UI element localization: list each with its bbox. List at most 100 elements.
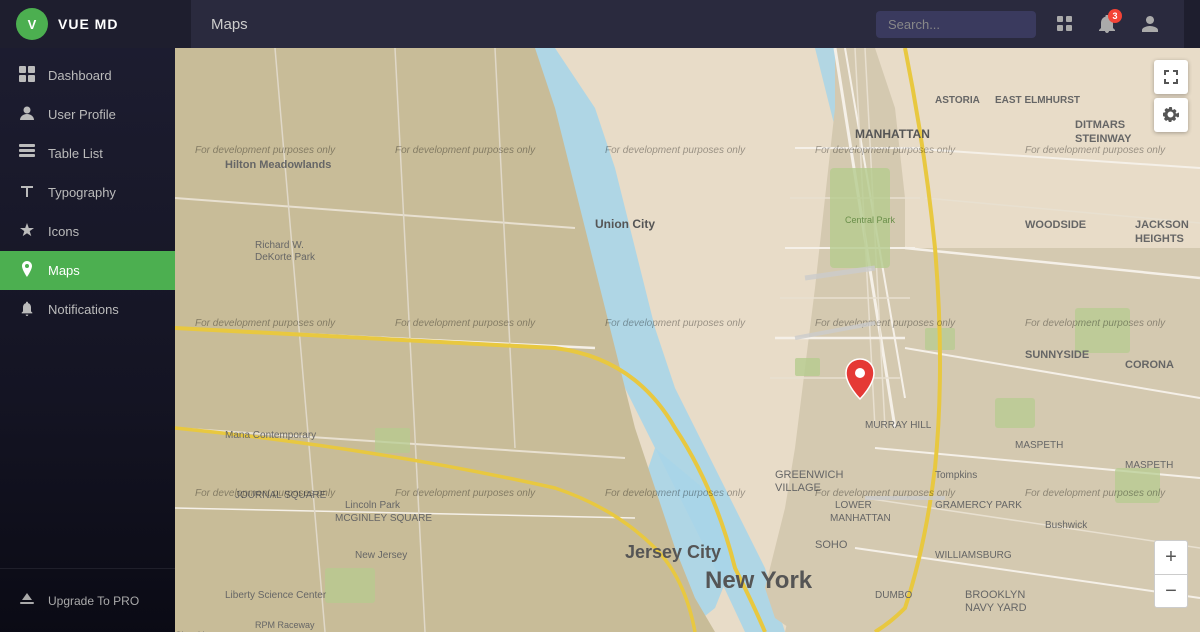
svg-text:WILLIAMSBURG: WILLIAMSBURG (935, 550, 1012, 561)
zoom-in-button[interactable]: + (1154, 540, 1188, 574)
sidebar-item-user-profile[interactable]: User Profile (0, 95, 175, 134)
svg-text:Richard W.: Richard W. (255, 240, 304, 251)
page-title: Maps (211, 16, 248, 33)
svg-text:For development purposes only: For development purposes only (1025, 145, 1166, 156)
map-zoom-controls: + − (1154, 540, 1188, 608)
sidebar-item-dashboard[interactable]: Dashboard (0, 56, 175, 95)
svg-text:BROOKLYN: BROOKLYN (965, 589, 1025, 601)
sidebar-item-icons[interactable]: Icons (0, 212, 175, 251)
upgrade-icon (18, 591, 36, 610)
svg-text:GREENWICH: GREENWICH (775, 469, 844, 481)
icons-icon (18, 222, 36, 241)
svg-text:For development purposes only: For development purposes only (815, 318, 956, 329)
svg-text:Bushwick: Bushwick (1045, 520, 1088, 531)
dashboard-icon (18, 66, 36, 85)
sidebar-item-table-list[interactable]: Table List (0, 134, 175, 173)
search-input[interactable] (876, 11, 1036, 38)
svg-text:NAVY YARD: NAVY YARD (965, 602, 1027, 614)
settings-button[interactable] (1154, 98, 1188, 132)
svg-text:MURRAY HILL: MURRAY HILL (865, 420, 932, 431)
svg-text:MASPETH: MASPETH (1125, 460, 1173, 471)
sidebar-item-notifications[interactable]: Notifications (0, 290, 175, 329)
svg-text:LOWER: LOWER (835, 500, 872, 511)
svg-text:For development purposes only: For development purposes only (395, 488, 536, 499)
notifications-icon (18, 300, 36, 319)
upgrade-label: Upgrade To PRO (48, 594, 139, 608)
map-top-controls (1154, 60, 1188, 132)
logo: V (16, 8, 48, 40)
svg-text:Liberty Science Center: Liberty Science Center (225, 590, 327, 601)
svg-text:WOODSIDE: WOODSIDE (1025, 219, 1086, 231)
svg-text:For development purposes only: For development purposes only (815, 145, 956, 156)
svg-text:DUMBO: DUMBO (875, 590, 912, 601)
main-layout: Dashboard User Profile (0, 48, 1200, 632)
table-list-icon (18, 144, 36, 163)
svg-text:MASPETH: MASPETH (1015, 440, 1063, 451)
svg-text:MCGINLEY SQUARE: MCGINLEY SQUARE (335, 513, 432, 524)
sidebar-item-notifications-label: Notifications (48, 302, 119, 317)
grid-view-button[interactable] (1052, 11, 1078, 37)
logo-initial: V (28, 17, 37, 32)
sidebar-item-table-list-label: Table List (48, 146, 103, 161)
svg-text:New York: New York (705, 567, 813, 594)
sidebar-nav: Dashboard User Profile (0, 48, 175, 568)
app-header: V VUE MD Maps 3 (0, 0, 1200, 48)
svg-text:For development purposes only: For development purposes only (395, 145, 536, 156)
svg-text:Union City: Union City (595, 217, 655, 231)
svg-text:For development purposes only: For development purposes only (605, 488, 746, 499)
notifications-button[interactable]: 3 (1094, 11, 1120, 37)
map-svg: Central Park Hilton Meadowlands Richard … (175, 48, 1200, 632)
svg-text:EAST ELMHURST: EAST ELMHURST (995, 95, 1080, 106)
header-actions: 3 (876, 10, 1164, 38)
upgrade-pro-button[interactable]: Upgrade To PRO (0, 581, 175, 620)
svg-text:For development purposes only: For development purposes only (1025, 318, 1166, 329)
svg-text:Hilton Meadowlands: Hilton Meadowlands (225, 159, 331, 171)
user-account-button[interactable] (1136, 10, 1164, 38)
svg-text:Jersey City: Jersey City (625, 542, 721, 562)
svg-text:CORONA: CORONA (1125, 359, 1174, 371)
svg-text:MANHATTAN: MANHATTAN (855, 127, 930, 141)
maps-icon (18, 261, 36, 280)
svg-text:MANHATTAN: MANHATTAN (830, 513, 891, 524)
typography-icon (18, 183, 36, 202)
sidebar-item-typography[interactable]: Typography (0, 173, 175, 212)
app-title: VUE MD (58, 16, 118, 32)
sidebar-item-maps[interactable]: Maps (0, 251, 175, 290)
map-background: Central Park Hilton Meadowlands Richard … (175, 48, 1200, 632)
svg-text:DeKorte Park: DeKorte Park (255, 252, 316, 263)
svg-text:DITMARS: DITMARS (1075, 119, 1125, 131)
sidebar-item-maps-label: Maps (48, 263, 80, 278)
svg-text:For development purposes only: For development purposes only (605, 145, 746, 156)
map-area[interactable]: Central Park Hilton Meadowlands Richard … (175, 48, 1200, 632)
brand: V VUE MD (16, 8, 191, 40)
sidebar-item-dashboard-label: Dashboard (48, 68, 112, 83)
svg-text:For development purposes only: For development purposes only (195, 488, 336, 499)
svg-text:Mana Contemporary: Mana Contemporary (225, 430, 316, 441)
zoom-out-button[interactable]: − (1154, 574, 1188, 608)
svg-text:HEIGHTS: HEIGHTS (1135, 233, 1184, 245)
svg-text:ASTORIA: ASTORIA (935, 95, 980, 106)
svg-text:STEINWAY: STEINWAY (1075, 133, 1132, 145)
svg-text:Central Park: Central Park (845, 215, 896, 225)
sidebar-footer: Upgrade To PRO (0, 568, 175, 632)
svg-text:JACKSON: JACKSON (1135, 219, 1189, 231)
sidebar-item-typography-label: Typography (48, 185, 116, 200)
svg-text:For development purposes only: For development purposes only (1025, 488, 1166, 499)
svg-text:For development purposes only: For development purposes only (195, 145, 336, 156)
user-profile-icon (18, 105, 36, 124)
svg-text:For development purposes only: For development purposes only (605, 318, 746, 329)
notification-badge: 3 (1108, 9, 1122, 23)
sidebar: Dashboard User Profile (0, 48, 175, 632)
svg-text:New Jersey: New Jersey (355, 550, 407, 561)
svg-text:For development purposes only: For development purposes only (395, 318, 536, 329)
svg-text:Lincoln Park: Lincoln Park (345, 500, 401, 511)
svg-text:SUNNYSIDE: SUNNYSIDE (1025, 349, 1089, 361)
svg-text:For development purposes only: For development purposes only (195, 318, 336, 329)
svg-text:Tompkins: Tompkins (935, 470, 977, 481)
header-main: Maps 3 (191, 0, 1184, 48)
sidebar-item-icons-label: Icons (48, 224, 79, 239)
svg-text:VILLAGE: VILLAGE (775, 482, 821, 494)
svg-text:GRAMERCY PARK: GRAMERCY PARK (935, 500, 1022, 511)
fullscreen-button[interactable] (1154, 60, 1188, 94)
sidebar-item-user-profile-label: User Profile (48, 107, 116, 122)
